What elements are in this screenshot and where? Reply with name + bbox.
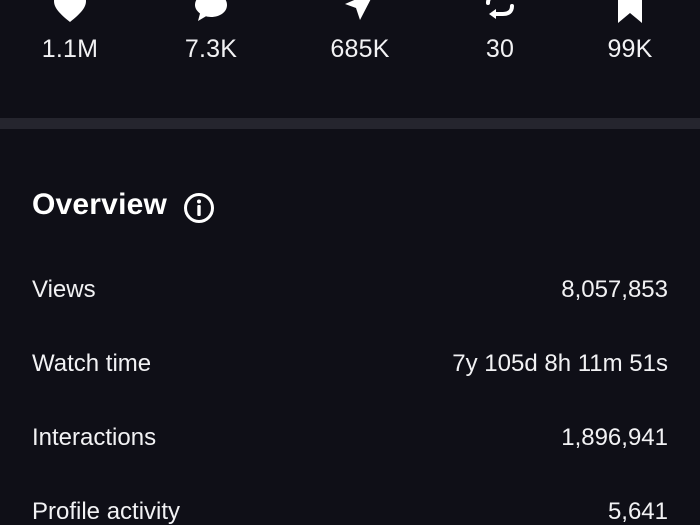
info-icon[interactable] (183, 192, 215, 224)
metric-value: 1,896,941 (561, 424, 668, 451)
stat-bookmarks[interactable]: 99K (570, 0, 690, 80)
bookmark-icon (570, 0, 690, 26)
repost-icon (440, 0, 560, 26)
metric-value: 8,057,853 (561, 276, 668, 303)
stat-likes[interactable]: 1.1M (10, 0, 130, 80)
section-divider (0, 118, 700, 129)
reposts-count: 30 (485, 35, 515, 63)
bookmarks-count: 99K (607, 35, 653, 63)
metric-label: Profile activity (32, 498, 181, 525)
metric-label: Interactions (32, 424, 157, 451)
metric-row-views: Views 8,057,853 (0, 276, 700, 316)
metric-value: 7y 105d 8h 11m 51s (452, 350, 668, 377)
metric-label: Watch time (32, 350, 152, 377)
metric-value: 5,641 (607, 498, 668, 525)
comments-count: 7.3K (184, 35, 238, 63)
metric-row-interactions: Interactions 1,896,941 (0, 424, 700, 464)
post-analytics-screen: 1.1M 7.3K 685K 30 99K Overview Views 8,0… (0, 0, 700, 525)
engagement-stats: 1.1M 7.3K 685K 30 99K (0, 0, 700, 118)
metric-label: Views (32, 276, 96, 303)
comment-icon (151, 0, 271, 26)
share-icon (300, 0, 420, 26)
stat-comments[interactable]: 7.3K (151, 0, 271, 80)
overview-title: Overview (32, 188, 168, 221)
likes-count: 1.1M (41, 35, 99, 63)
metric-row-watch-time: Watch time 7y 105d 8h 11m 51s (0, 350, 700, 390)
heart-icon (10, 0, 130, 26)
stat-reposts[interactable]: 30 (440, 0, 560, 80)
stat-shares[interactable]: 685K (300, 0, 420, 80)
metric-row-profile-activity: Profile activity 5,641 (0, 498, 700, 525)
shares-count: 685K (330, 35, 390, 63)
